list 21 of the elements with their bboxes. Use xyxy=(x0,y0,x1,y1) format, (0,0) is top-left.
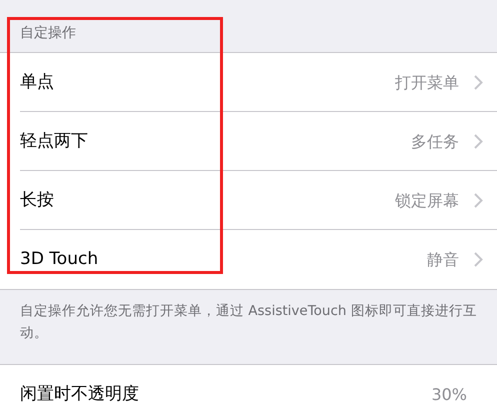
section-header: 自定操作 xyxy=(20,24,76,43)
action-row[interactable]: 单点 打开菜单 xyxy=(0,53,497,112)
action-value: 锁定屏幕 xyxy=(395,190,459,212)
footer-note: 自定操作允许您无需打开菜单，通过 AssistiveTouch 图标即可直接进行互动。 xyxy=(20,302,477,343)
chevron-icon xyxy=(474,134,483,149)
chevron-icon xyxy=(474,75,483,90)
idle-opacity-label: 闲置时不透明度 xyxy=(20,382,139,406)
action-row[interactable]: 轻点两下 多任务 xyxy=(0,112,497,171)
action-label: 单点 xyxy=(20,70,54,94)
action-row[interactable]: 3D Touch 静音 xyxy=(0,230,497,289)
idle-opacity-value: 30% xyxy=(431,384,467,406)
idle-opacity-row[interactable]: 闲置时不透明度 30% xyxy=(0,364,497,416)
action-label: 3D Touch xyxy=(20,248,98,271)
action-label: 长按 xyxy=(20,188,54,212)
action-value: 多任务 xyxy=(411,130,459,152)
chevron-icon xyxy=(474,193,483,208)
action-label: 轻点两下 xyxy=(20,130,88,153)
action-value: 静音 xyxy=(427,248,459,270)
chevron-icon xyxy=(474,252,483,267)
action-value: 打开菜单 xyxy=(395,72,459,94)
action-row[interactable]: 长按 锁定屏幕 xyxy=(0,171,497,230)
